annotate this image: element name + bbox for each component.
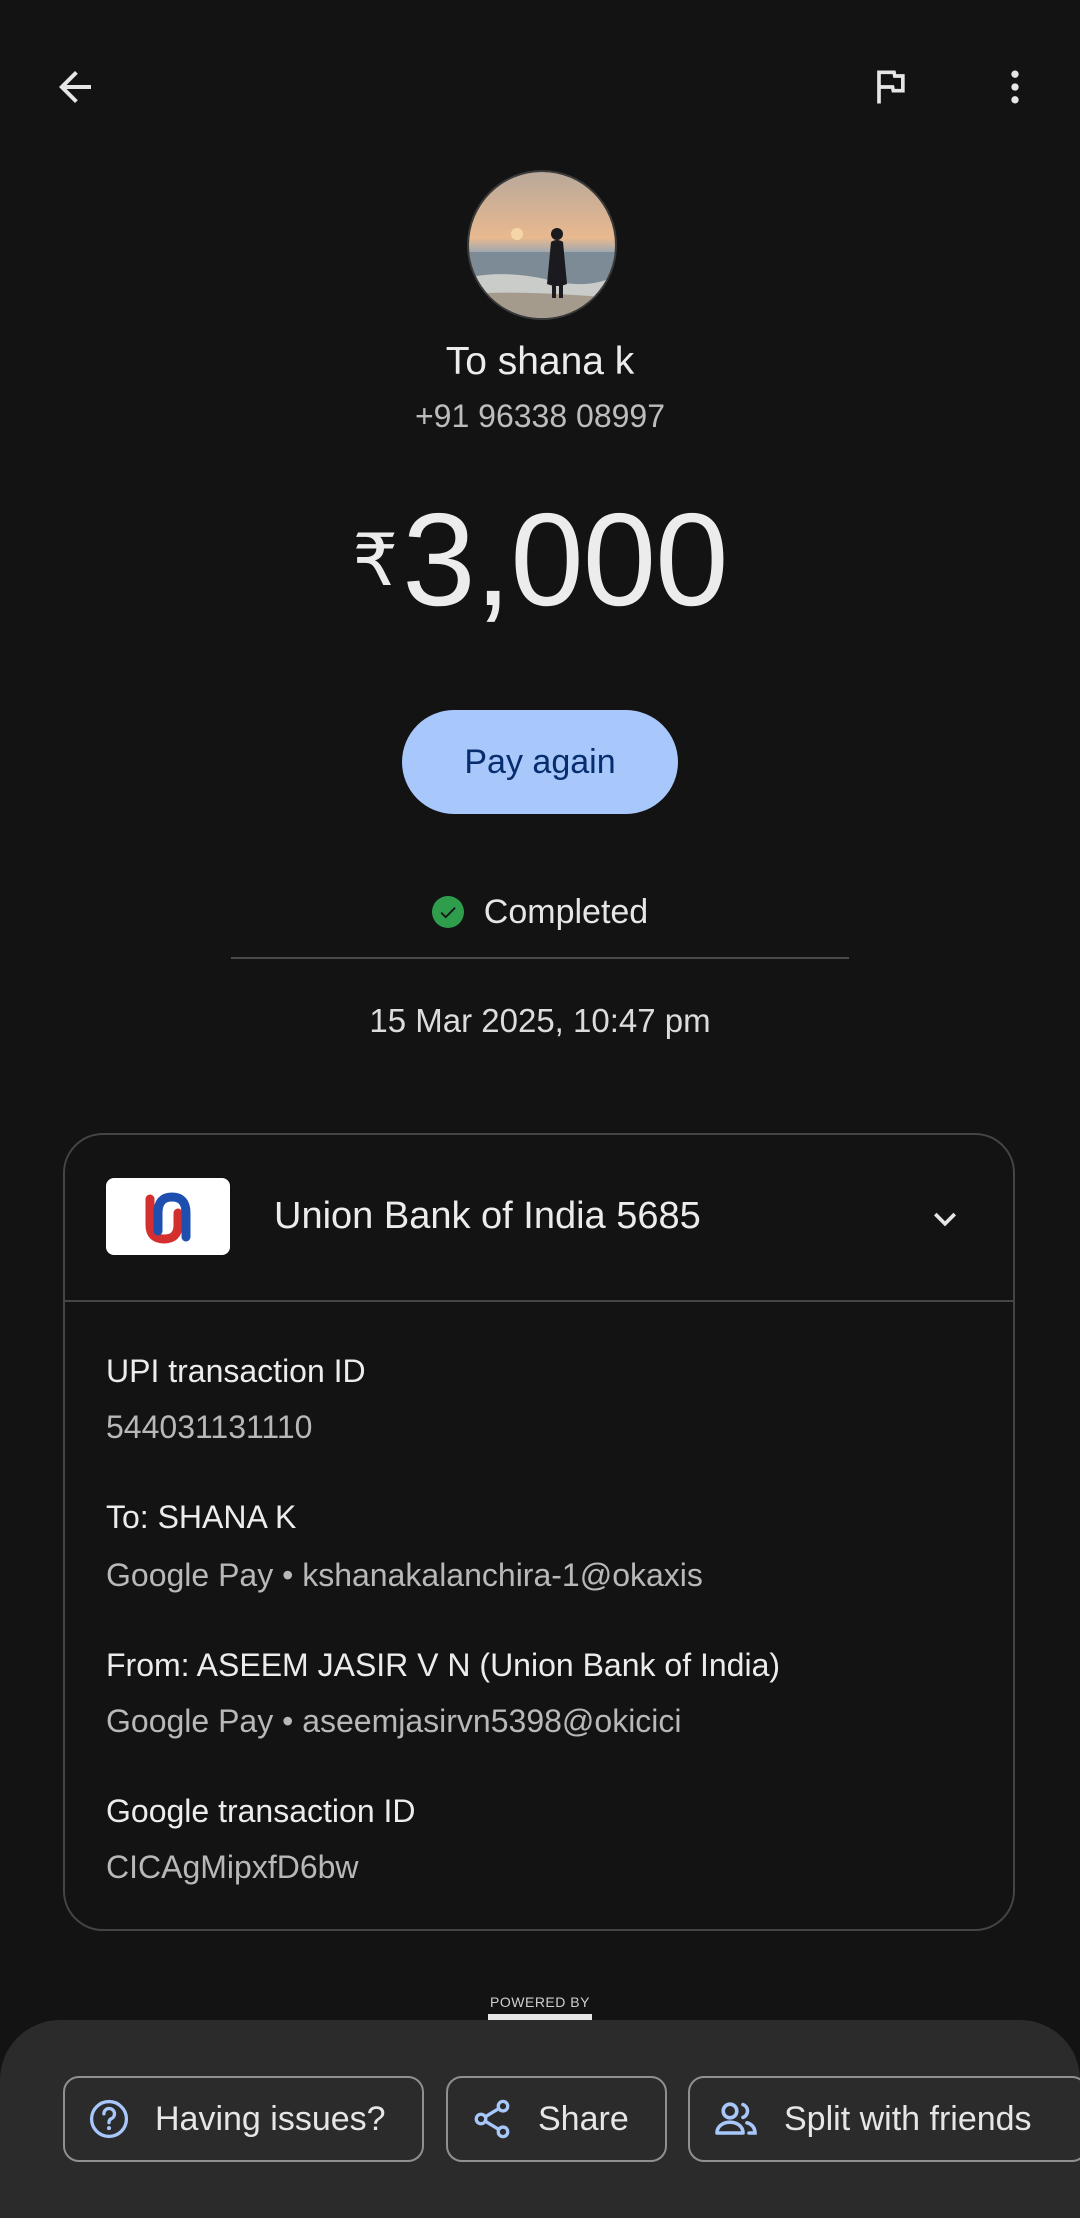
google-transaction-id-value[interactable]: CICAgMipxfD6bw [106, 1849, 359, 1886]
check-circle-icon [431, 896, 464, 928]
transaction-datetime: 15 Mar 2025, 10:47 pm [369, 1002, 711, 1039]
avatar [467, 170, 617, 320]
payer-upi-id: Google Pay • aseemjasirvn5398@okicici [106, 1703, 682, 1739]
payee-upi-id: Google Pay • kshanakalanchira-1@okaxis [106, 1557, 703, 1593]
group-icon [712, 2095, 760, 2143]
amount-value: 3,000 [402, 486, 728, 633]
recipient-name: To shana k [445, 340, 635, 383]
bank-account-name: Union Bank of India 5685 [274, 1195, 701, 1237]
google-transaction-id-label: Google transaction ID [106, 1793, 416, 1829]
split-with-friends-label: Split with friends [784, 2099, 1032, 2138]
share-icon [470, 2097, 514, 2141]
share-button[interactable]: Share [446, 2076, 667, 2162]
recipient-phone: +91 96338 08997 [414, 398, 666, 434]
more-vert-icon [1011, 70, 1019, 104]
share-label: Share [538, 2099, 629, 2138]
back-button[interactable] [40, 52, 110, 122]
transaction-details-card: Union Bank of India 5685 UPI transaction… [63, 1133, 1015, 1931]
chevron-down-icon [934, 1212, 956, 1227]
currency-symbol: ₹ [352, 521, 399, 601]
expand-button[interactable] [915, 1189, 975, 1249]
divider [231, 957, 849, 959]
having-issues-button[interactable]: Having issues? [63, 2076, 424, 2162]
status-text: Completed [483, 892, 649, 931]
flag-icon [877, 70, 905, 104]
upi-transaction-id-value[interactable]: 544031131110 [106, 1409, 312, 1446]
upi-transaction-id-label: UPI transaction ID [106, 1353, 366, 1389]
account-row[interactable]: Union Bank of India 5685 [65, 1135, 1013, 1302]
split-with-friends-button[interactable]: Split with friends [688, 2076, 1080, 2162]
payment-amount: ₹ 3,000 [0, 490, 1080, 630]
more-options-button[interactable] [980, 52, 1050, 122]
help-icon [87, 2097, 131, 2141]
bank-logo-icon [106, 1178, 230, 1255]
powered-by-label: POWERED BY [490, 1994, 590, 2010]
having-issues-label: Having issues? [155, 2099, 386, 2138]
pay-again-button[interactable]: Pay again [402, 710, 678, 814]
payer-label: From: ASEEM JASIR V N (Union Bank of Ind… [106, 1647, 781, 1683]
payee-label: To: SHANA K [106, 1499, 297, 1535]
report-button[interactable] [855, 52, 925, 122]
status-badge: Completed [0, 888, 1080, 936]
arrow-back-icon [59, 71, 91, 103]
